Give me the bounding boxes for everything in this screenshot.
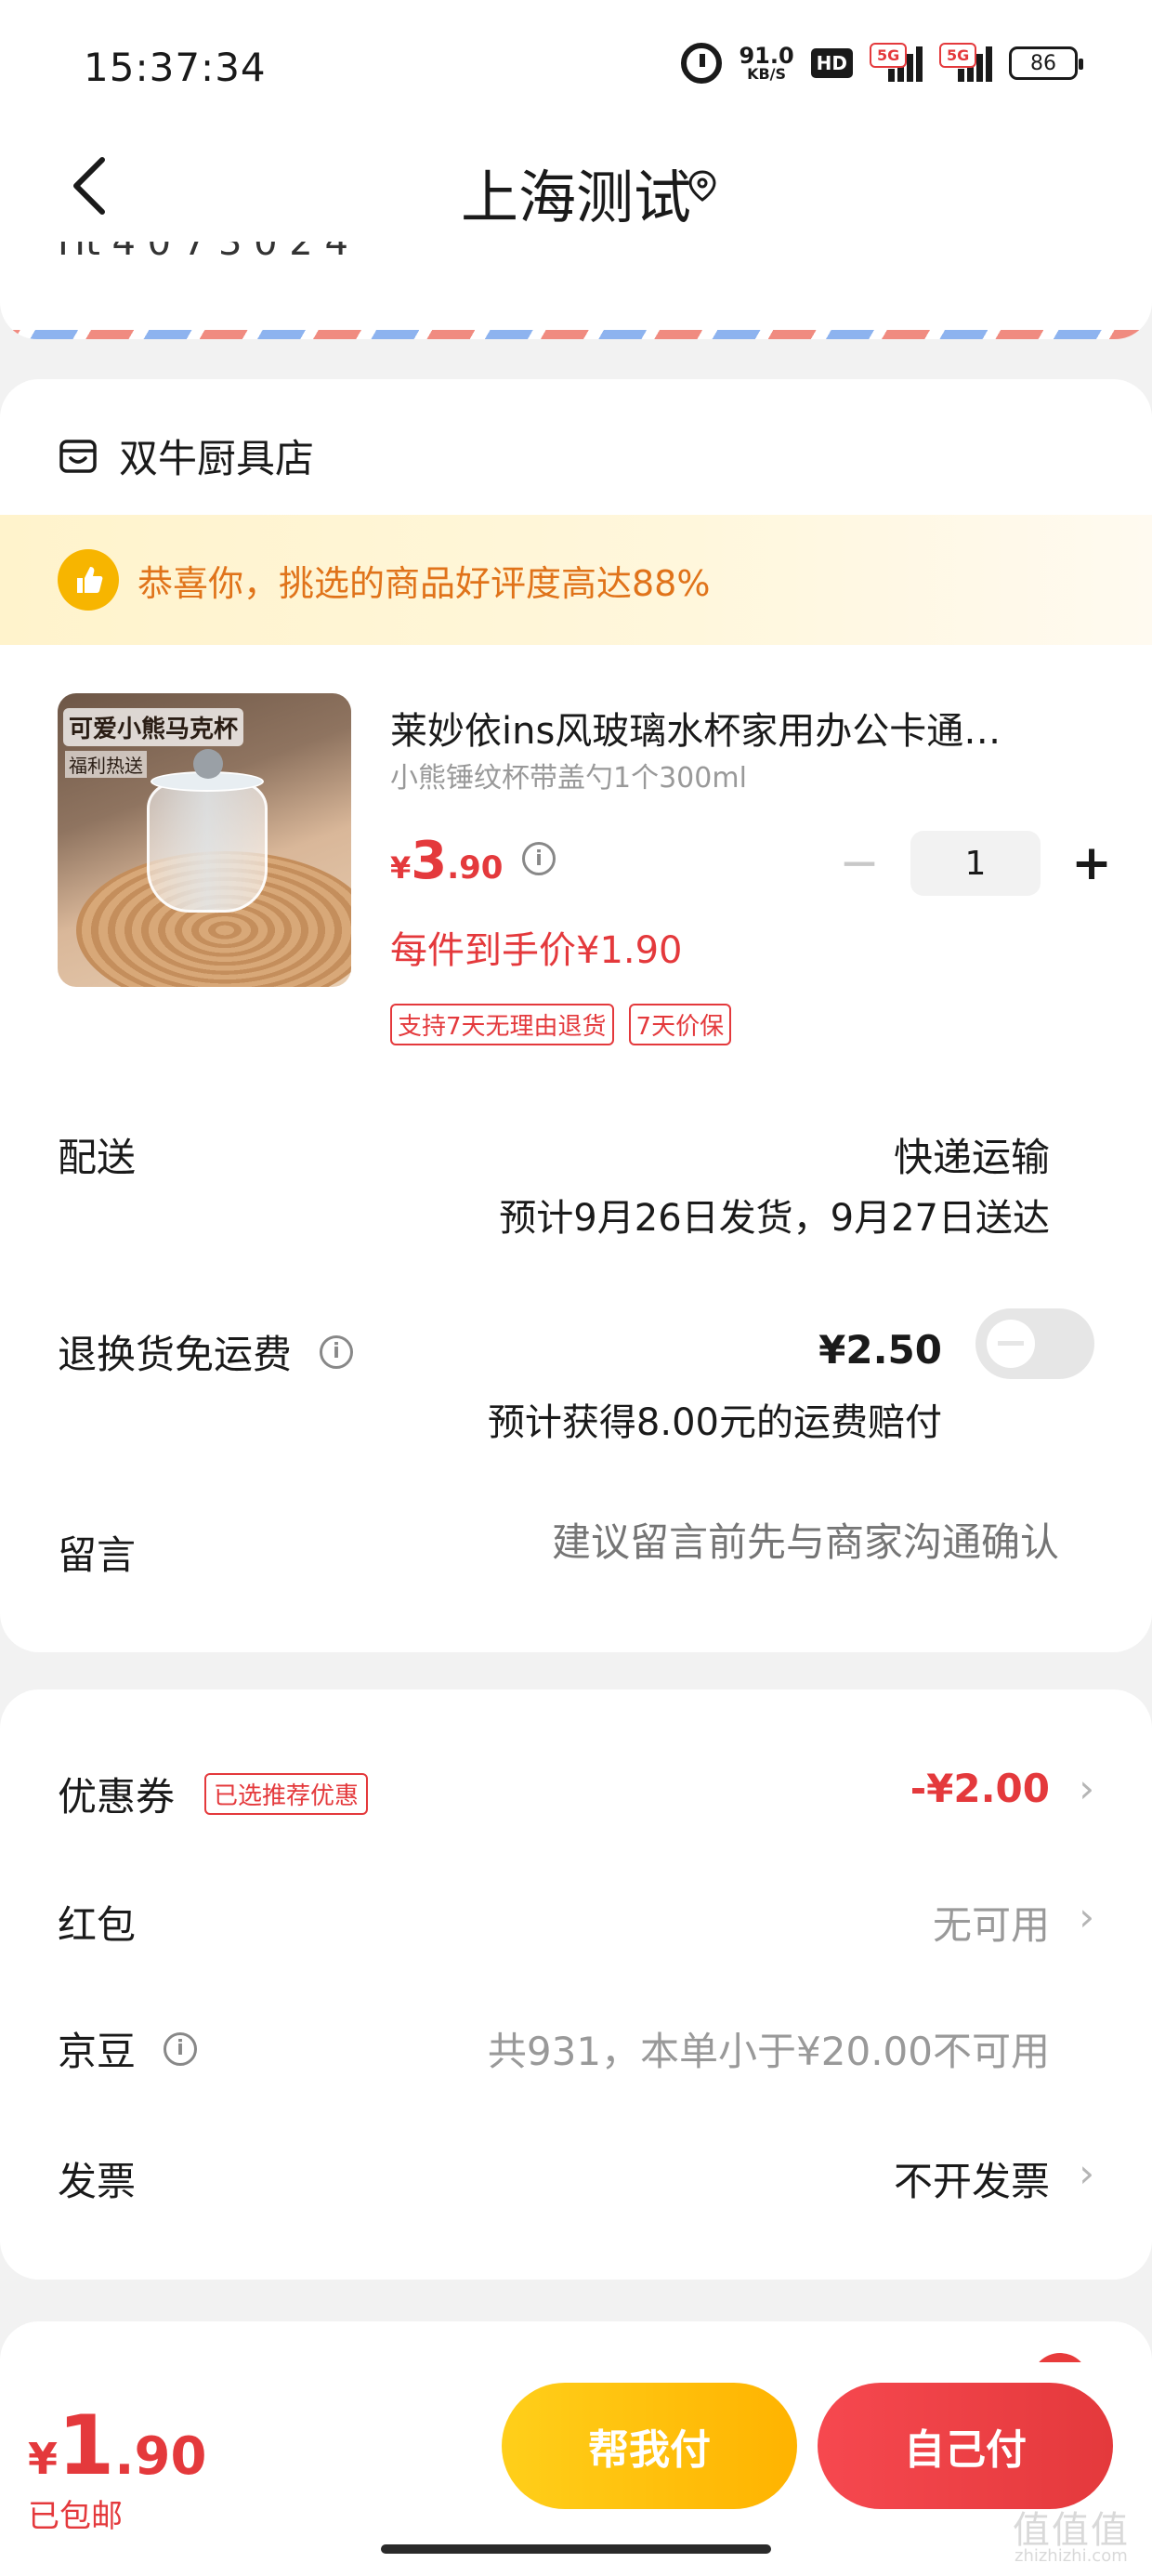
delivery-label: 配送 bbox=[58, 1135, 137, 1180]
info-icon[interactable]: i bbox=[164, 2031, 198, 2066]
invoice-label: 发票 bbox=[58, 2159, 137, 2204]
store-icon bbox=[59, 439, 97, 473]
hd-icon: HD bbox=[810, 48, 853, 78]
invoice-value[interactable]: 不开发票 bbox=[894, 2150, 1050, 2207]
red-packet-value[interactable]: 无可用 bbox=[933, 1894, 1050, 1951]
status-bar: 15:37:34 91.0 KB/S HD 5G 5G 86 bbox=[0, 0, 1152, 130]
coupon-label: 优惠券 bbox=[58, 1774, 176, 1820]
product-spec[interactable]: 小熊锤纹杯带盖勺1个300ml bbox=[390, 755, 747, 795]
price-integer: 3 bbox=[411, 831, 448, 891]
red-packet-label: 红包 bbox=[58, 1902, 137, 1948]
battery-icon: 86 bbox=[1009, 46, 1083, 80]
product-cup bbox=[147, 782, 268, 913]
return-shipping-note: 预计获得8.00元的运费赔付 bbox=[487, 1401, 942, 1444]
airmail-border bbox=[0, 330, 1152, 339]
page-title: 上海测试 bbox=[460, 164, 691, 231]
signal-sim1-icon: 5G bbox=[870, 43, 923, 82]
return-shipping-toggle[interactable] bbox=[975, 1308, 1094, 1379]
praise-text: 恭喜你，挑选的商品好评度高达88% bbox=[137, 562, 711, 604]
service-tags: 支持7天无理由退货 7天价保 bbox=[390, 1004, 732, 1045]
price-symbol: ¥ bbox=[390, 850, 412, 886]
product-image-banner: 可爱小熊马克杯 bbox=[63, 708, 244, 746]
payment-card: 优惠券 已选推荐优惠 -¥2.00 › 红包 无可用 › 京豆 i 共931，本… bbox=[0, 1689, 1152, 2280]
message-label: 留言 bbox=[58, 1532, 137, 1578]
jd-beans-label: 京豆 bbox=[58, 2029, 137, 2074]
quantity-stepper: − 1 + bbox=[827, 831, 1124, 896]
total-integer: 1 bbox=[58, 2398, 115, 2493]
product-title[interactable]: 莱妙依ins风玻璃水杯家用办公卡通… bbox=[390, 701, 1096, 755]
chevron-right-icon[interactable]: › bbox=[1079, 2150, 1094, 2196]
thumbs-up-icon bbox=[58, 549, 119, 611]
store-name: 双牛厨具店 bbox=[119, 436, 315, 481]
service-tag: 支持7天无理由退货 bbox=[390, 1004, 614, 1045]
product-price: ¥ 3 .90 bbox=[390, 831, 503, 891]
battery-level: 86 bbox=[1030, 51, 1056, 75]
home-indicator[interactable] bbox=[381, 2544, 771, 2554]
info-icon[interactable]: i bbox=[320, 1334, 354, 1369]
total-price: ¥ 1 .90 bbox=[28, 2398, 206, 2493]
praise-banner: 恭喜你，挑选的商品好评度高达88% bbox=[0, 515, 1152, 645]
product-cup-bear bbox=[193, 749, 223, 779]
sim1-network-tag: 5G bbox=[870, 43, 908, 68]
address-text: Ht 4 0 7 3 0 2 4 bbox=[58, 242, 348, 264]
toggle-off-icon bbox=[998, 1341, 1024, 1346]
chevron-right-icon[interactable]: › bbox=[1079, 1894, 1094, 1939]
self-pay-button[interactable]: 自己付 bbox=[818, 2383, 1113, 2509]
sim2-network-tag: 5G bbox=[939, 43, 977, 68]
status-time: 15:37:34 bbox=[84, 45, 267, 90]
watermark-sub: zhizhizhi.com bbox=[1015, 2546, 1128, 2566]
coupon-value[interactable]: -¥2.00 bbox=[910, 1766, 1050, 1811]
unit-price: 每件到手价¥1.90 bbox=[390, 929, 683, 972]
help-pay-button[interactable]: 帮我付 bbox=[502, 2383, 797, 2509]
store-header[interactable]: 双牛厨具店 bbox=[58, 427, 314, 484]
jd-beans-row: 京豆 i bbox=[58, 2020, 198, 2077]
delivery-method[interactable]: 快递运输 bbox=[894, 1126, 1050, 1183]
price-decimal: .90 bbox=[447, 849, 504, 887]
store-card: 双牛厨具店 恭喜你，挑选的商品好评度高达88% 可爱小熊马克杯 福利热送 莱妙依… bbox=[0, 379, 1152, 1652]
address-card[interactable]: Ht 4 0 7 3 0 2 4 bbox=[0, 242, 1152, 339]
chevron-right-icon[interactable]: › bbox=[1079, 1766, 1094, 1811]
product-image[interactable]: 可爱小熊马克杯 福利热送 bbox=[58, 693, 351, 987]
shipping-note: 已包邮 bbox=[28, 2498, 123, 2535]
net-speed-value: 91.0 bbox=[739, 43, 794, 69]
return-shipping-row: 退换货免运费 i bbox=[58, 1323, 354, 1380]
net-speed: 91.0 KB/S bbox=[739, 45, 793, 82]
return-shipping-label: 退换货免运费 bbox=[58, 1332, 293, 1377]
location-pin-icon[interactable] bbox=[686, 169, 719, 203]
total-decimal: .90 bbox=[114, 2426, 207, 2487]
coupon-recommend-tag: 已选推荐优惠 bbox=[204, 1773, 369, 1815]
product-image-banner2: 福利热送 bbox=[65, 751, 147, 778]
delivery-estimate: 预计9月26日发货，9月27日送达 bbox=[499, 1197, 1050, 1240]
jd-beans-value: 共931，本单小于¥20.00不可用 bbox=[487, 2029, 1050, 2074]
increase-quantity-button[interactable]: + bbox=[1059, 831, 1124, 896]
signal-sim2-icon: 5G bbox=[939, 43, 992, 82]
status-icons: 91.0 KB/S HD 5G 5G 86 bbox=[681, 43, 1083, 84]
net-speed-unit: KB/S bbox=[747, 65, 787, 83]
return-shipping-price: ¥2.50 bbox=[818, 1327, 942, 1373]
decrease-quantity-button[interactable]: − bbox=[827, 831, 892, 896]
message-input[interactable] bbox=[492, 1520, 1059, 1565]
alarm-icon bbox=[681, 43, 723, 84]
quantity-value[interactable]: 1 bbox=[910, 831, 1041, 896]
info-icon[interactable]: i bbox=[522, 842, 556, 875]
total-symbol: ¥ bbox=[28, 2434, 59, 2484]
service-tag: 7天价保 bbox=[628, 1004, 732, 1045]
nav-bar: 上海测试 bbox=[0, 130, 1152, 242]
